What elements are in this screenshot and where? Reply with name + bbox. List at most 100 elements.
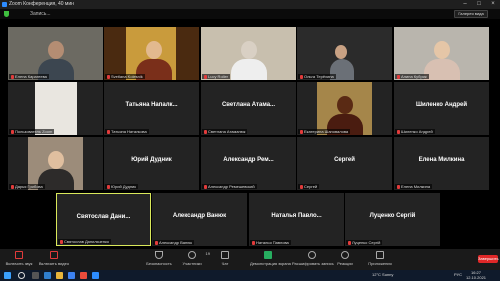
participant-tile[interactable]: Александр Ванюк Александр Ванюк [152,193,247,246]
muted-mic-icon [204,129,207,134]
video-feed [35,82,77,135]
participant-name: Юрий Дудник [131,157,172,163]
weather-widget[interactable]: 12°C Sunny [372,273,393,277]
participant-tile[interactable]: Екатерина Шаповалова [297,82,392,135]
chat-icon [221,251,229,259]
participant-tile[interactable]: Шиленко Андрей Шиленко Андрей [394,82,489,135]
video-feed [126,27,176,80]
meeting-info-bar: Запись... Галерея вида [0,9,500,19]
video-feed [414,27,469,80]
participant-name: Шиленко Андрей [415,102,468,108]
muted-mic-icon [348,240,351,245]
active-speaker-tile[interactable]: Святослав Дани... Святослав Данильченко [56,193,151,246]
zoom-app-icon [2,2,7,7]
participant-name: Святослав Дани... [76,214,131,220]
participant-label: Юрий Дудник [105,184,139,189]
participant-name: Татьяна Напалк... [125,102,178,108]
title-bar: Zoom Конференция, 40 мин – □ × [0,0,500,9]
muted-mic-icon [397,74,400,79]
muted-mic-icon [204,74,207,79]
participant-label: Дарья Грибова [9,184,45,189]
people-icon [188,251,196,259]
muted-mic-icon [300,74,303,79]
muted-mic-icon [11,129,14,134]
muted-mic-icon [252,240,255,245]
zoom-app-icon[interactable] [92,272,99,279]
reactions-button[interactable]: Реакции [336,251,354,266]
participant-tile[interactable]: Lucy Roller [201,27,296,80]
participant-tile[interactable]: Пользователь Zoom [8,82,103,135]
participant-label: Светлана Атаманюк [202,129,248,134]
muted-mic-icon [11,74,14,79]
end-meeting-button[interactable]: Завершить [478,255,499,263]
participant-tile[interactable]: Ольга Терёхина [297,27,392,80]
unmute-button[interactable]: Включить звук [4,251,34,266]
participant-tile[interactable]: Сергей Сергей [297,137,392,190]
recording-status[interactable]: Запись... [30,9,51,19]
participant-tile[interactable]: Елена Карагеева [8,27,103,80]
shield-icon[interactable] [4,11,9,17]
maximize-icon[interactable]: □ [472,0,486,9]
participant-name: Елена Милкина [418,157,465,163]
participant-name: Луценко Сергій [369,213,416,219]
participant-tile[interactable]: Луценко Сергій Луценко Сергій [345,193,440,246]
start-video-button[interactable]: Включить видео [38,251,70,266]
smiley-icon [341,251,349,259]
participant-name: Александр Рем... [223,157,274,163]
participant-label: Ольга Терёхина [298,74,336,79]
edge-browser-icon[interactable] [44,272,51,279]
clock-date[interactable]: 12.10.2021 [466,276,486,280]
gallery-view-button[interactable]: Галерея вида [454,10,488,18]
video-feed [221,27,276,80]
participants-count: 19 [205,251,210,256]
store-icon[interactable] [68,272,75,279]
windows-taskbar: 12°C Sunny РУС 16:27 12.10.2021 [0,270,500,281]
participant-label: Святослав Данильченко [58,239,112,244]
file-explorer-icon[interactable] [56,272,63,279]
task-view-icon[interactable] [32,272,39,279]
close-icon[interactable]: × [486,0,500,9]
participant-tile[interactable]: Алина Кубрик [394,27,489,80]
share-screen-button[interactable]: Демонстрация экрана [250,251,291,266]
chat-button[interactable]: Чат [218,251,232,266]
participant-tile[interactable]: Svetlana Kolesnik [104,27,199,80]
video-feed [327,27,357,80]
participant-label: Елена Карагеева [9,74,49,79]
participant-tile[interactable]: Светлана Атама... Светлана Атаманюк [201,82,296,135]
meeting-toolbar: Включить звук Включить видео Безопасност… [0,249,500,270]
muted-mic-icon [397,129,400,134]
participant-label: Шиленко Андрей [395,129,435,134]
participant-tile[interactable]: Александр Рем... Александр Ремешевский [201,137,296,190]
muted-mic-icon [11,184,14,189]
participant-tile[interactable]: Дарья Грибова [8,137,103,190]
apps-button[interactable]: Приложения [368,251,392,266]
muted-mic-icon [60,239,63,244]
participant-tile[interactable]: Елена Милкина Елена Милкина [394,137,489,190]
windows-start-icon[interactable] [4,272,11,279]
security-button[interactable]: Безопасность [144,251,174,266]
search-icon[interactable] [18,272,25,279]
minimize-icon[interactable]: – [458,0,472,9]
participant-tile[interactable]: Наталья Павло... Наталья Павлова [249,193,344,246]
participant-label: Александр Ванюк [153,240,194,245]
muted-mic-icon [300,184,303,189]
apps-grid-icon [376,251,384,259]
language-indicator[interactable]: РУС [454,273,462,277]
video-feed [317,82,372,135]
participant-label: Сергей [298,184,320,189]
muted-mic-icon [300,129,303,134]
record-button[interactable]: Расшифровать запись [292,251,334,266]
participant-label: Елена Милкина [395,184,433,189]
muted-mic-icon [155,240,158,245]
participant-tile[interactable]: Юрий Дудник Юрий Дудник [104,137,199,190]
participant-tile[interactable]: Татьяна Напалк... Татьяна Наталкова [104,82,199,135]
participants-button[interactable]: Участники 19 [180,251,210,266]
video-feed [28,137,83,190]
record-icon [308,251,316,259]
participant-name: Александр Ванюк [172,213,227,219]
shield-icon [155,251,163,259]
video-feed [28,27,83,80]
muted-mic-icon [107,74,110,79]
chrome-icon[interactable] [80,272,87,279]
participant-label: Пользователь Zoom [9,129,55,134]
